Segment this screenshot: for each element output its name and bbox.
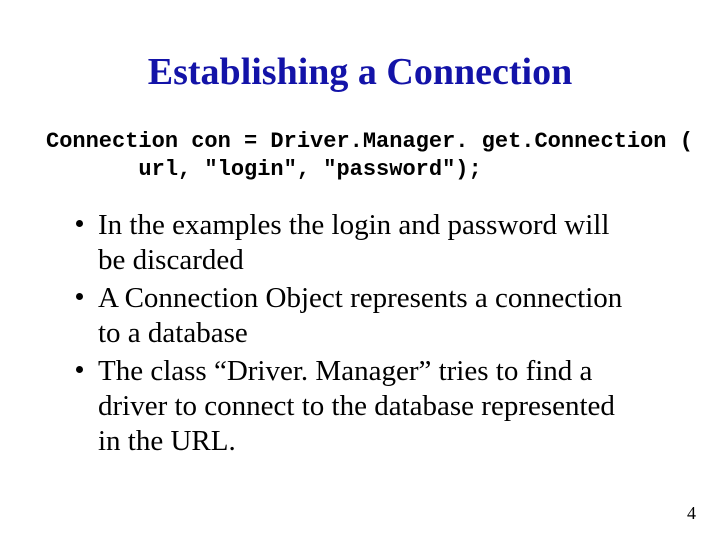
slide-title: Establishing a Connection bbox=[0, 50, 720, 94]
bullet-text: A Connection Object represents a connect… bbox=[98, 282, 622, 349]
bullet-list: In the examples the login and password w… bbox=[70, 208, 640, 462]
page-number: 4 bbox=[687, 503, 696, 524]
code-line-2: url, "login", "password"); bbox=[46, 157, 482, 182]
bullet-text: The class “Driver. Manager” tries to fin… bbox=[98, 355, 615, 458]
bullet-icon bbox=[76, 366, 83, 373]
code-line-1: Connection con = Driver.Manager. get.Con… bbox=[46, 129, 693, 154]
list-item: The class “Driver. Manager” tries to fin… bbox=[70, 354, 640, 460]
list-item: In the examples the login and password w… bbox=[70, 208, 640, 279]
list-item: A Connection Object represents a connect… bbox=[70, 281, 640, 352]
bullet-icon bbox=[76, 220, 83, 227]
bullet-text: In the examples the login and password w… bbox=[98, 209, 609, 276]
slide: Establishing a Connection Connection con… bbox=[0, 0, 720, 540]
bullet-icon bbox=[76, 293, 83, 300]
code-block: Connection con = Driver.Manager. get.Con… bbox=[46, 128, 693, 183]
